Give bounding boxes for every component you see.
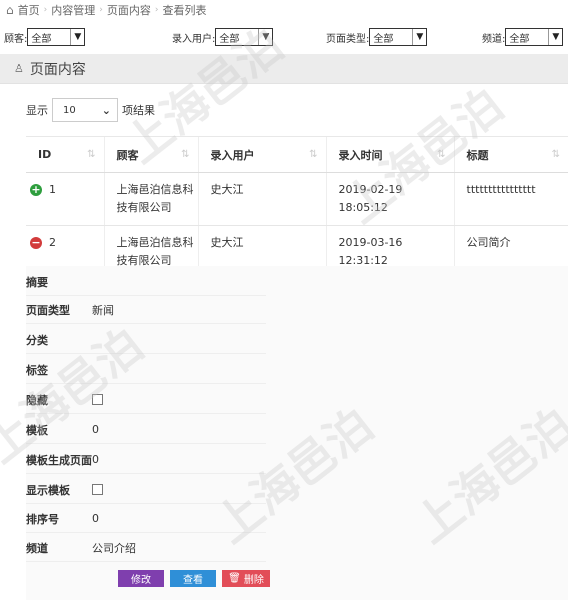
user-icon: ♙ [14,62,24,75]
chevron-down-icon: ⌄ [101,103,111,117]
table-row[interactable]: +1 上海邑泊信息科技有限公司 史大江 2019-02-19 18:05:12 … [26,172,568,226]
breadcrumb: ⌂ 首页 › 内容管理 › 页面内容 › 查看列表 [0,0,568,20]
length-menu-suffix: 项结果 [122,104,155,117]
user-filter: 录入用户: 全部 ▼ [172,28,274,46]
detail-label: 摘要 [26,275,48,289]
hidden-checkbox[interactable] [92,394,103,405]
detail-value: 0 [92,512,99,525]
detail-label: 隐藏 [26,393,48,407]
breadcrumb-separator: › [99,5,103,15]
detail-row-summary: 摘要 [26,268,266,296]
page-length-value: 10 [63,104,76,116]
trash-icon: 🗑 [228,573,241,584]
page-type-filter-label: 页面类型: [326,33,370,45]
collapse-row-icon[interactable]: − [30,237,42,249]
channel-filter: 频道: 全部 ▼ [482,28,564,46]
breadcrumb-item-home[interactable]: 首页 [18,2,40,18]
show-template-checkbox[interactable] [92,484,103,495]
page-length-select[interactable]: 10 ⌄ [52,98,118,122]
user-select[interactable]: 全部 ▼ [215,28,274,46]
customer-select[interactable]: 全部 ▼ [27,28,86,46]
sort-icon: ⇅ [309,149,318,160]
detail-label: 显示模板 [26,483,70,497]
detail-row-sort-order: 排序号 0 [26,505,266,533]
panel-header: ♙ 页面内容 [0,54,568,84]
detail-label: 频道 [26,541,48,555]
breadcrumb-item-content-management[interactable]: 内容管理 [51,2,95,18]
detail-label: 排序号 [26,512,59,526]
page-type-select-value: 全部 [373,33,394,45]
detail-label: 标签 [26,363,48,377]
detail-value: 公司介绍 [92,541,136,555]
row-id: 2 [49,236,56,249]
channel-filter-label: 频道: [482,33,506,45]
detail-row-channel: 频道 公司介绍 [26,534,266,562]
column-header-user[interactable]: 录入用户 ⇅ [197,136,326,173]
detail-label: 分类 [26,333,48,347]
detail-row-template-generated-page: 模板生成页面 0 [26,446,266,474]
view-button[interactable]: 查看 [170,570,216,587]
detail-row-template: 模板 0 [26,416,266,444]
user-select-value: 全部 [219,33,240,45]
channel-select[interactable]: 全部 ▼ [505,28,564,46]
length-menu: 显示 10 ⌄ 项结果 [26,98,155,122]
page-type-select[interactable]: 全部 ▼ [369,28,428,46]
customer-filter-label: 顾客: [4,33,28,45]
detail-row-hidden: 隐藏 [26,386,266,414]
expand-row-icon[interactable]: + [30,184,42,196]
page-type-filter: 页面类型: 全部 ▼ [326,28,428,46]
home-icon[interactable]: ⌂ [6,3,14,17]
sort-icon: ⇅ [437,149,446,160]
detail-label: 模板生成页面 [26,453,92,467]
chevron-down-icon: ▼ [258,29,272,45]
breadcrumb-separator: › [43,5,48,15]
filter-bar: 顾客: 全部 ▼ 录入用户: 全部 ▼ 页面类型: 全部 ▼ 频道: 全部 ▼ [0,26,568,50]
chevron-down-icon: ▼ [70,29,84,45]
column-header-id[interactable]: ID ⇅ [26,136,104,173]
length-menu-prefix: 显示 [26,104,48,117]
column-header-title[interactable]: 标题 ⇅ [453,136,568,173]
detail-row-page-type: 页面类型 新闻 [26,296,266,324]
sort-icon: ⇅ [181,149,190,160]
row-title: tttttttttttttttt [453,172,568,226]
row-customer: 上海邑泊信息科技有限公司 [103,172,198,226]
delete-button-label: 删除 [243,575,264,586]
delete-button[interactable]: 🗑 删除 [222,570,270,587]
detail-value: 新闻 [92,303,114,317]
row-time: 2019-02-19 18:05:12 [325,172,454,226]
detail-value: 0 [92,423,99,436]
column-header-customer[interactable]: 顾客 ⇅ [103,136,198,173]
detail-row-tags: 标签 [26,356,266,384]
breadcrumb-item-view-list: 查看列表 [162,4,207,17]
customer-select-value: 全部 [31,33,52,45]
breadcrumb-item-page-content[interactable]: 页面内容 [107,2,151,18]
detail-row-show-template: 显示模板 [26,476,266,504]
sort-icon: ⇅ [87,149,96,160]
detail-value: 0 [92,453,99,466]
customer-filter: 顾客: 全部 ▼ [4,28,86,46]
detail-row-category: 分类 [26,326,266,354]
breadcrumb-separator: › [154,5,159,15]
detail-label: 页面类型 [26,303,70,317]
content-table: ID ⇅ 顾客 ⇅ 录入用户 ⇅ 录入时间 ⇅ 标题 ⇅ +1 上海邑泊信息科技有限公司 … [26,136,568,279]
table-header-row: ID ⇅ 顾客 ⇅ 录入用户 ⇅ 录入时间 ⇅ 标题 ⇅ [26,136,568,173]
user-filter-label: 录入用户: [172,33,216,45]
page-title: 页面内容 [29,61,86,78]
chevron-down-icon: ▼ [412,29,426,45]
column-header-time[interactable]: 录入时间 ⇅ [325,136,454,173]
row-user: 史大江 [197,172,326,226]
row-id: 1 [49,183,56,196]
edit-button[interactable]: 修改 [118,570,164,587]
detail-label: 模板 [26,423,48,437]
sort-icon: ⇅ [551,149,560,160]
channel-select-value: 全部 [509,33,530,45]
edit-button-label: 修改 [131,575,151,586]
chevron-down-icon: ▼ [548,29,562,45]
view-button-label: 查看 [183,575,203,586]
